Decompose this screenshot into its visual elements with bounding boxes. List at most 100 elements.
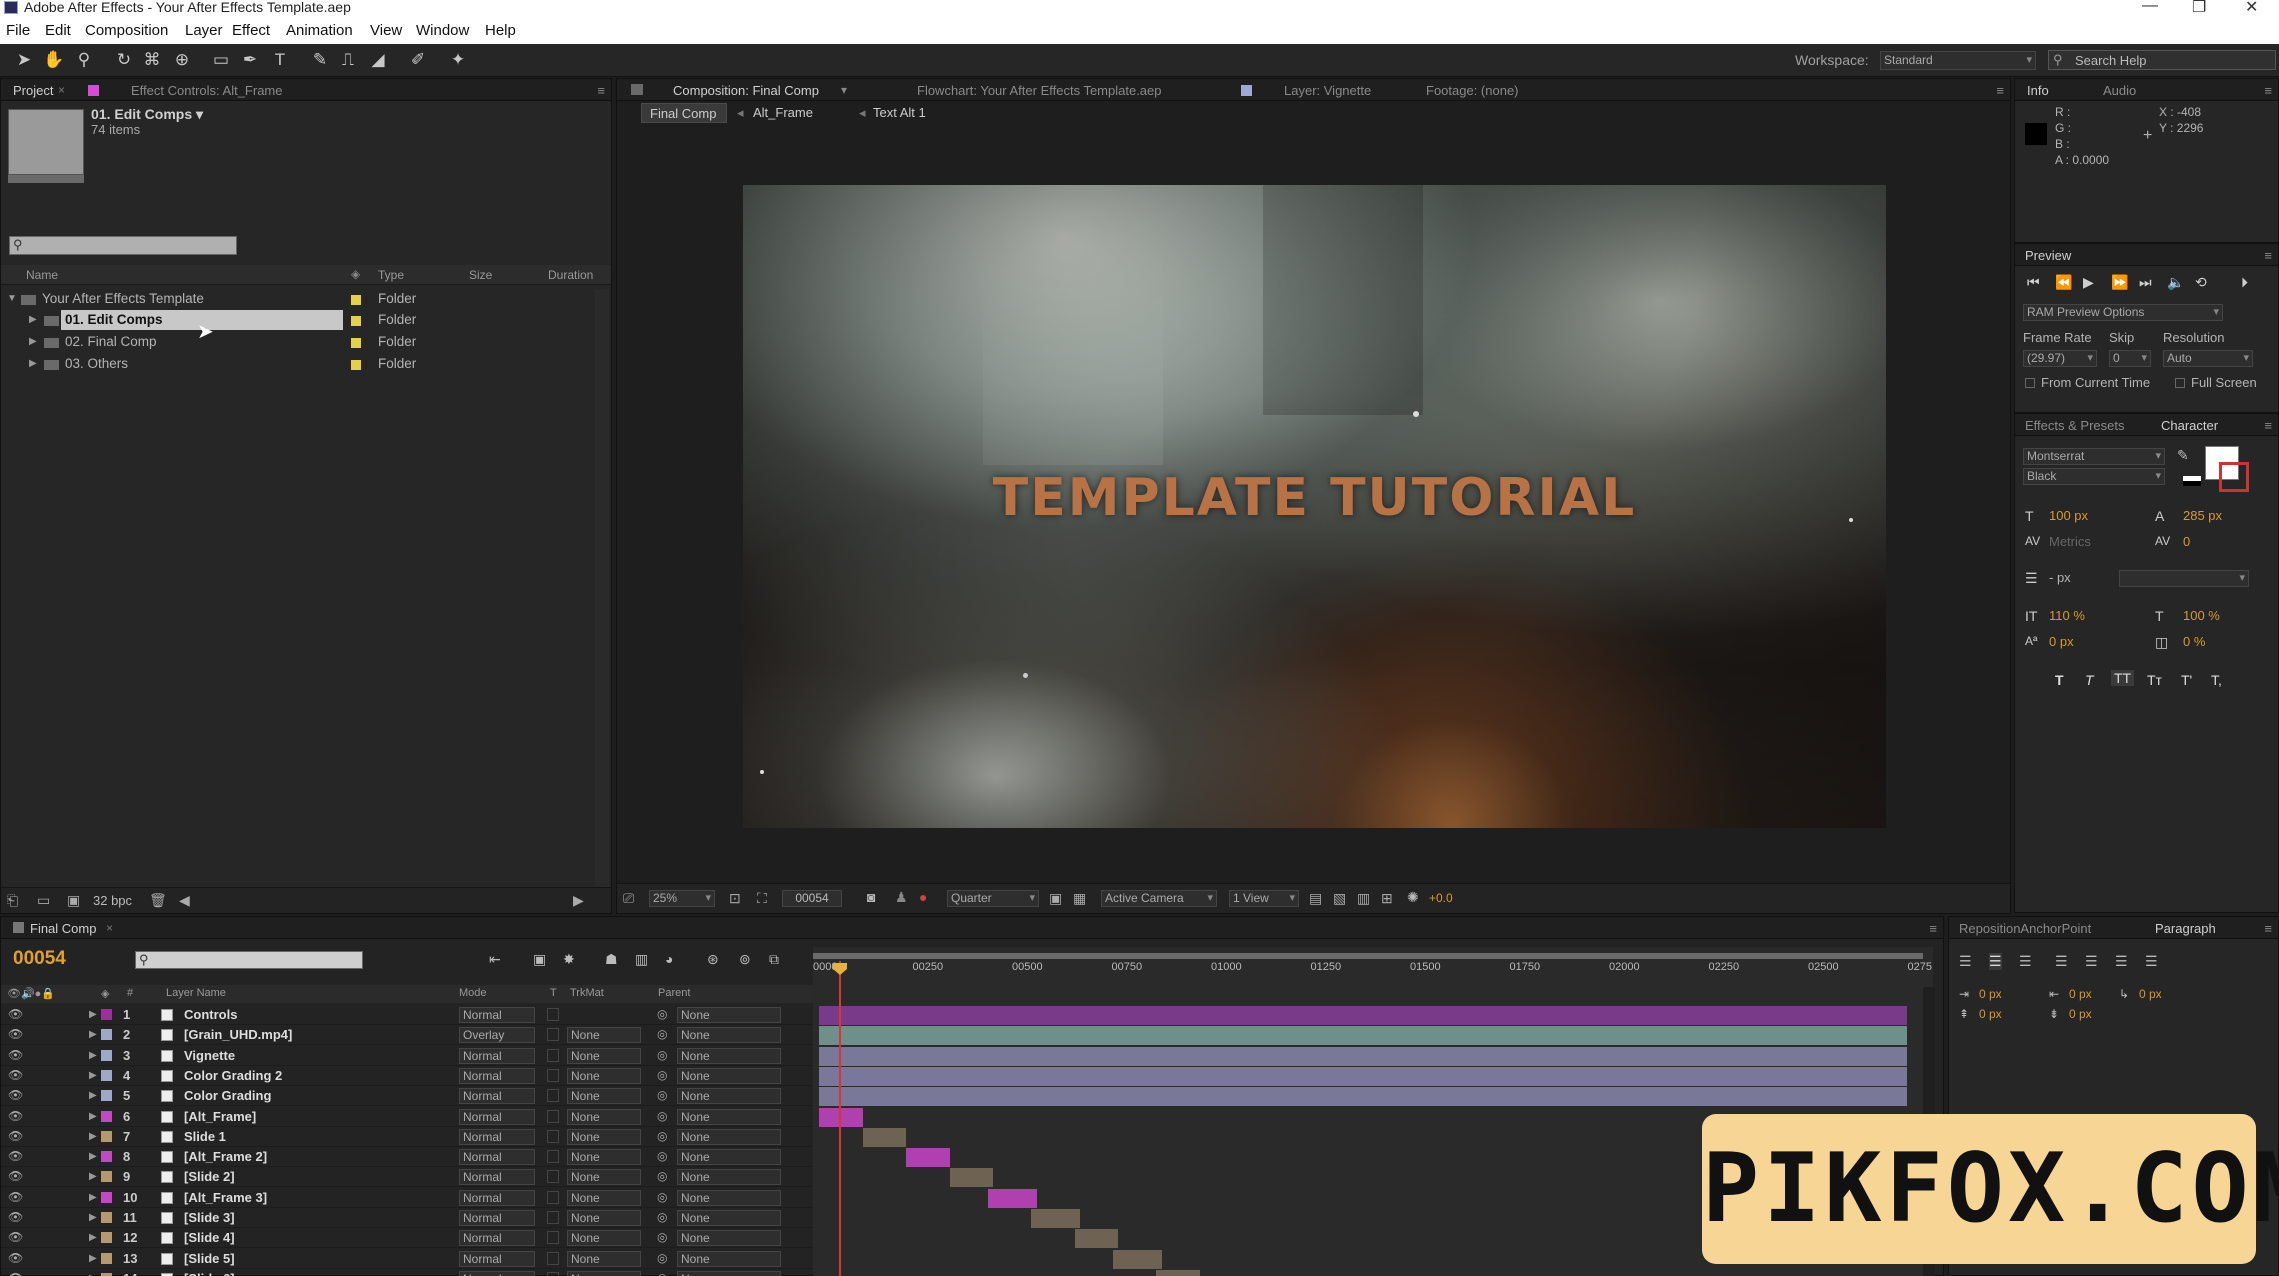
preserve-transparency-checkbox[interactable] bbox=[547, 1089, 559, 1103]
brainstorm-icon[interactable]: ⊛ bbox=[707, 951, 719, 968]
list-item[interactable]: ▶ 01. Edit Comps Folder bbox=[1, 310, 596, 330]
project-scrollbar[interactable] bbox=[595, 289, 609, 889]
timeline-timecode[interactable]: 00054 bbox=[13, 948, 66, 970]
tab-effects-presets[interactable]: Effects & Presets bbox=[2025, 418, 2124, 433]
table-row[interactable]: 👁 ▶ 8 [Alt_Frame 2] Normal None ◎ None bbox=[1, 1147, 813, 1168]
brush-tool-icon[interactable]: ✎ bbox=[308, 49, 332, 71]
track-matte-select[interactable]: None bbox=[567, 1149, 641, 1166]
visibility-eye-icon[interactable]: 👁 bbox=[8, 1208, 23, 1227]
layer-label-swatch[interactable] bbox=[101, 1009, 112, 1020]
parent-select[interactable]: None bbox=[677, 1270, 781, 1276]
parent-select[interactable]: None bbox=[677, 1108, 781, 1125]
pickwhip-icon[interactable]: ◎ bbox=[657, 1228, 667, 1247]
parent-select[interactable]: None bbox=[677, 1067, 781, 1084]
preserve-transparency-checkbox[interactable] bbox=[547, 1109, 559, 1123]
zoom-tool-icon[interactable]: ⚲ bbox=[72, 49, 96, 71]
expand-triangle-icon[interactable]: ▶ bbox=[89, 1188, 97, 1207]
minimize-icon[interactable]: — bbox=[2142, 0, 2158, 15]
parent-select[interactable]: None bbox=[677, 1047, 781, 1064]
track-matte-select[interactable]: None bbox=[567, 1230, 641, 1247]
blend-mode-select[interactable]: Normal bbox=[459, 1189, 535, 1206]
track-matte-select[interactable]: None bbox=[567, 1169, 641, 1186]
parent-select[interactable]: None bbox=[677, 1088, 781, 1105]
channel-icon[interactable]: ● bbox=[919, 889, 927, 905]
panel-menu-icon[interactable]: ≡ bbox=[2264, 921, 2272, 936]
table-row[interactable]: 👁 ▶ 10 [Alt_Frame 3] Normal None ◎ None bbox=[1, 1188, 813, 1208]
preserve-transparency-checkbox[interactable] bbox=[547, 1231, 559, 1245]
fast-previews-icon[interactable]: ▧ bbox=[1333, 890, 1346, 907]
table-row[interactable]: 👁 ▶ 9 [Slide 2] Normal None ◎ None bbox=[1, 1167, 813, 1188]
layer-duration-bar[interactable] bbox=[819, 1087, 1907, 1107]
track-matte-select[interactable]: None bbox=[567, 1027, 641, 1044]
menu-effect[interactable]: Effect bbox=[232, 22, 270, 39]
col-layer-name[interactable]: Layer Name bbox=[166, 987, 226, 999]
frame-blending-icon[interactable]: ▥ bbox=[635, 951, 648, 968]
all-caps-button[interactable]: TT bbox=[2111, 670, 2135, 686]
skip-select[interactable]: 0 bbox=[2109, 350, 2151, 367]
comp-dropdown-icon[interactable]: ▾ bbox=[841, 83, 847, 97]
new-folder-icon[interactable]: ▭ bbox=[37, 892, 50, 909]
close-icon[interactable]: ✕ bbox=[2245, 0, 2258, 17]
layer-duration-bar[interactable] bbox=[1031, 1209, 1081, 1228]
layer-duration-bar[interactable] bbox=[819, 1046, 1907, 1066]
expand-triangle-icon[interactable]: ▶ bbox=[89, 1147, 97, 1166]
parent-select[interactable]: None bbox=[677, 1230, 781, 1247]
hand-tool-icon[interactable]: ✋ bbox=[42, 49, 66, 71]
tab-paragraph[interactable]: Paragraph bbox=[2155, 921, 2216, 936]
track-matte-select[interactable]: None bbox=[567, 1047, 641, 1064]
loop-icon[interactable]: ⟲ bbox=[2195, 274, 2207, 291]
pickwhip-icon[interactable]: ◎ bbox=[657, 1188, 667, 1207]
breadcrumb-text-alt-1[interactable]: Text Alt 1 bbox=[873, 105, 926, 120]
layer-label-swatch[interactable] bbox=[101, 1171, 112, 1183]
pickwhip-icon[interactable]: ◎ bbox=[657, 1046, 667, 1065]
pickwhip-icon[interactable]: ◎ bbox=[657, 1107, 667, 1126]
tab-effect-controls[interactable]: Effect Controls: Alt_Frame bbox=[131, 83, 283, 98]
layer-label-swatch[interactable] bbox=[101, 1049, 112, 1061]
track-matte-select[interactable]: None bbox=[567, 1108, 641, 1125]
puppet-tool-icon[interactable]: ✦ bbox=[446, 49, 470, 71]
pickwhip-icon[interactable]: ◎ bbox=[657, 1005, 667, 1024]
layer-label-swatch[interactable] bbox=[101, 1191, 112, 1203]
layer-name[interactable]: Color Grading bbox=[184, 1086, 271, 1105]
visibility-eye-icon[interactable]: 👁 bbox=[8, 1127, 23, 1146]
table-row[interactable]: 👁 ▶ 1 Controls Normal ◎ None bbox=[1, 1005, 813, 1025]
layer-label-swatch[interactable] bbox=[101, 1029, 112, 1041]
visibility-eye-icon[interactable]: 👁 bbox=[8, 1147, 23, 1166]
expand-triangle-icon[interactable]: ▶ bbox=[89, 1107, 97, 1126]
blend-mode-select[interactable]: Normal bbox=[459, 1270, 535, 1276]
previous-frame-icon[interactable]: ⏪ bbox=[2055, 274, 2072, 291]
pickwhip-icon[interactable]: ◎ bbox=[657, 1249, 667, 1268]
menu-animation[interactable]: Animation bbox=[286, 22, 353, 39]
space-before-value[interactable]: 0 px bbox=[1979, 1007, 2002, 1021]
draft-3d-icon[interactable]: ✸ bbox=[563, 951, 575, 968]
tab-preview[interactable]: Preview bbox=[2025, 248, 2071, 263]
project-search-input[interactable]: ⚲ bbox=[9, 236, 237, 255]
blend-mode-select[interactable]: Overlay bbox=[459, 1027, 535, 1044]
list-item[interactable]: ▼ Your After Effects Template Folder bbox=[1, 289, 596, 309]
expand-triangle-icon[interactable]: ▶ bbox=[29, 332, 37, 352]
justify-all-icon[interactable]: ☰ bbox=[2145, 953, 2158, 970]
space-after-value[interactable]: 0 px bbox=[2069, 1007, 2092, 1021]
baseline-shift-value[interactable]: 0 px bbox=[2049, 634, 2074, 649]
parent-select[interactable]: None bbox=[677, 1210, 781, 1226]
pickwhip-icon[interactable]: ◎ bbox=[657, 1025, 667, 1044]
pan-behind-tool-icon[interactable]: ⊕ bbox=[170, 49, 194, 71]
menu-file[interactable]: File bbox=[6, 22, 30, 39]
menu-composition[interactable]: Composition bbox=[85, 22, 168, 39]
mute-audio-icon[interactable]: 🔈 bbox=[2167, 274, 2184, 291]
layer-name[interactable]: Slide 1 bbox=[184, 1127, 226, 1146]
preserve-transparency-checkbox[interactable] bbox=[547, 1129, 559, 1143]
expand-triangle-icon[interactable]: ▶ bbox=[89, 1086, 97, 1105]
kerning-value[interactable]: Metrics bbox=[2049, 534, 2091, 549]
visibility-eye-icon[interactable]: 👁 bbox=[8, 1107, 23, 1126]
preserve-transparency-checkbox[interactable] bbox=[547, 1028, 559, 1042]
snapshot-icon[interactable]: ◙ bbox=[867, 889, 875, 905]
menu-edit[interactable]: Edit bbox=[45, 22, 71, 39]
exposure-icon[interactable]: ✺ bbox=[1407, 889, 1419, 906]
preserve-transparency-checkbox[interactable] bbox=[547, 1251, 559, 1265]
clone-stamp-tool-icon[interactable]: ⎍ bbox=[336, 49, 360, 71]
preserve-transparency-checkbox[interactable] bbox=[547, 1170, 559, 1184]
horizontal-scale-value[interactable]: 100 % bbox=[2183, 608, 2220, 623]
panel-menu-icon[interactable]: ≡ bbox=[2264, 83, 2272, 98]
layer-name[interactable]: Color Grading 2 bbox=[184, 1066, 282, 1085]
